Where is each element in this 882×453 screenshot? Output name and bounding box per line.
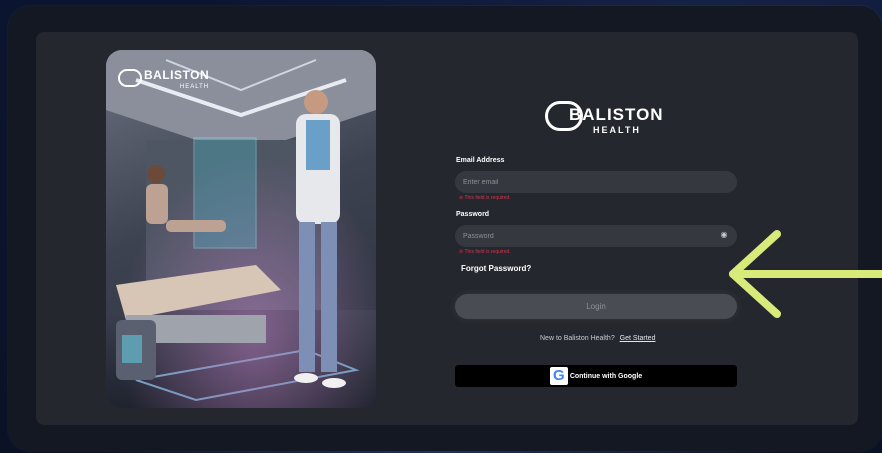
email-error-text: This field is required.	[464, 195, 511, 201]
google-signin-button[interactable]: G Continue with Google	[455, 365, 737, 387]
clinic-illustration	[106, 50, 376, 408]
hero-logo-ring	[118, 69, 142, 87]
forgot-password-link[interactable]: Forgot Password?	[461, 264, 531, 273]
login-button[interactable]: Login	[455, 294, 737, 319]
email-input[interactable]	[455, 171, 737, 193]
hero-logo: BALISTON HEALTH	[118, 66, 209, 90]
hero-logo-sub: HEALTH	[179, 84, 210, 90]
brand-logo: BALISTON HEALTH	[545, 97, 663, 147]
email-error: ⊘ This field is required.	[459, 195, 511, 201]
password-label: Password	[456, 211, 490, 218]
signup-prompt: New to Baliston Health?	[540, 335, 615, 342]
arrow-left-icon	[729, 230, 882, 318]
get-started-link[interactable]: Get Started	[620, 335, 656, 342]
password-error: ⊘ This field is required.	[459, 249, 511, 255]
password-error-text: This field is required.	[464, 249, 511, 255]
brand-sub: HEALTH	[593, 125, 641, 135]
google-icon: G	[549, 367, 568, 385]
hero-image: BALISTON HEALTH	[106, 50, 376, 408]
password-input[interactable]	[455, 225, 737, 247]
brand-name: BALISTON	[569, 105, 664, 124]
email-label: Email Address	[456, 157, 505, 164]
google-glyph: G	[552, 367, 565, 384]
google-signin-label: Continue with Google	[569, 372, 643, 380]
signup-row: New to Baliston Health? Get Started	[540, 335, 655, 342]
hero-logo-word: BALISTON	[144, 68, 210, 82]
